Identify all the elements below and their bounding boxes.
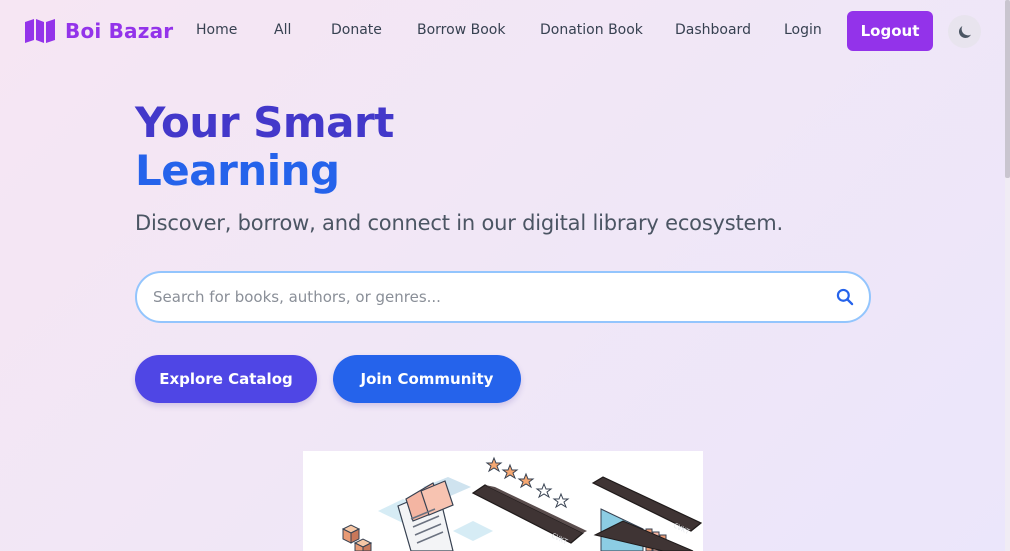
- hero-title-line2: Learning: [135, 146, 340, 195]
- search-bar: [135, 271, 871, 323]
- nav-login[interactable]: Login: [784, 22, 822, 38]
- map-icon: [25, 19, 55, 43]
- nav-dashboard[interactable]: Dashboard: [675, 22, 751, 38]
- page-scrollbar[interactable]: [1005, 0, 1010, 551]
- nav-donation-book[interactable]: Donation Book: [540, 22, 643, 38]
- search-icon[interactable]: [835, 287, 855, 307]
- scrollbar-thumb[interactable]: [1005, 0, 1010, 178]
- nav-home[interactable]: Home: [196, 22, 237, 38]
- nav-borrow-book[interactable]: Borrow Book: [417, 22, 505, 38]
- search-input[interactable]: [153, 288, 835, 306]
- nav-all[interactable]: All: [274, 22, 291, 38]
- navbar: Boi Bazar Home All Donate Borrow Book Do…: [0, 0, 1005, 62]
- logout-button[interactable]: Logout: [847, 11, 933, 51]
- library-books-illustration: CVKT CVKT: [303, 451, 703, 551]
- moon-icon: [958, 25, 971, 38]
- hero-title-line1: Your Smart: [135, 98, 394, 147]
- hero-title: Your Smart Learning: [135, 99, 394, 195]
- brand-logo[interactable]: Boi Bazar: [24, 18, 173, 44]
- nav-donate[interactable]: Donate: [331, 22, 382, 38]
- hero-subtitle: Discover, borrow, and connect in our dig…: [135, 211, 784, 235]
- brand-name: Boi Bazar: [65, 19, 174, 43]
- join-community-button[interactable]: Join Community: [333, 355, 521, 403]
- books-illustration-graphic: CVKT CVKT: [341, 456, 703, 551]
- explore-catalog-button[interactable]: Explore Catalog: [135, 355, 317, 403]
- theme-toggle-button[interactable]: [948, 15, 981, 48]
